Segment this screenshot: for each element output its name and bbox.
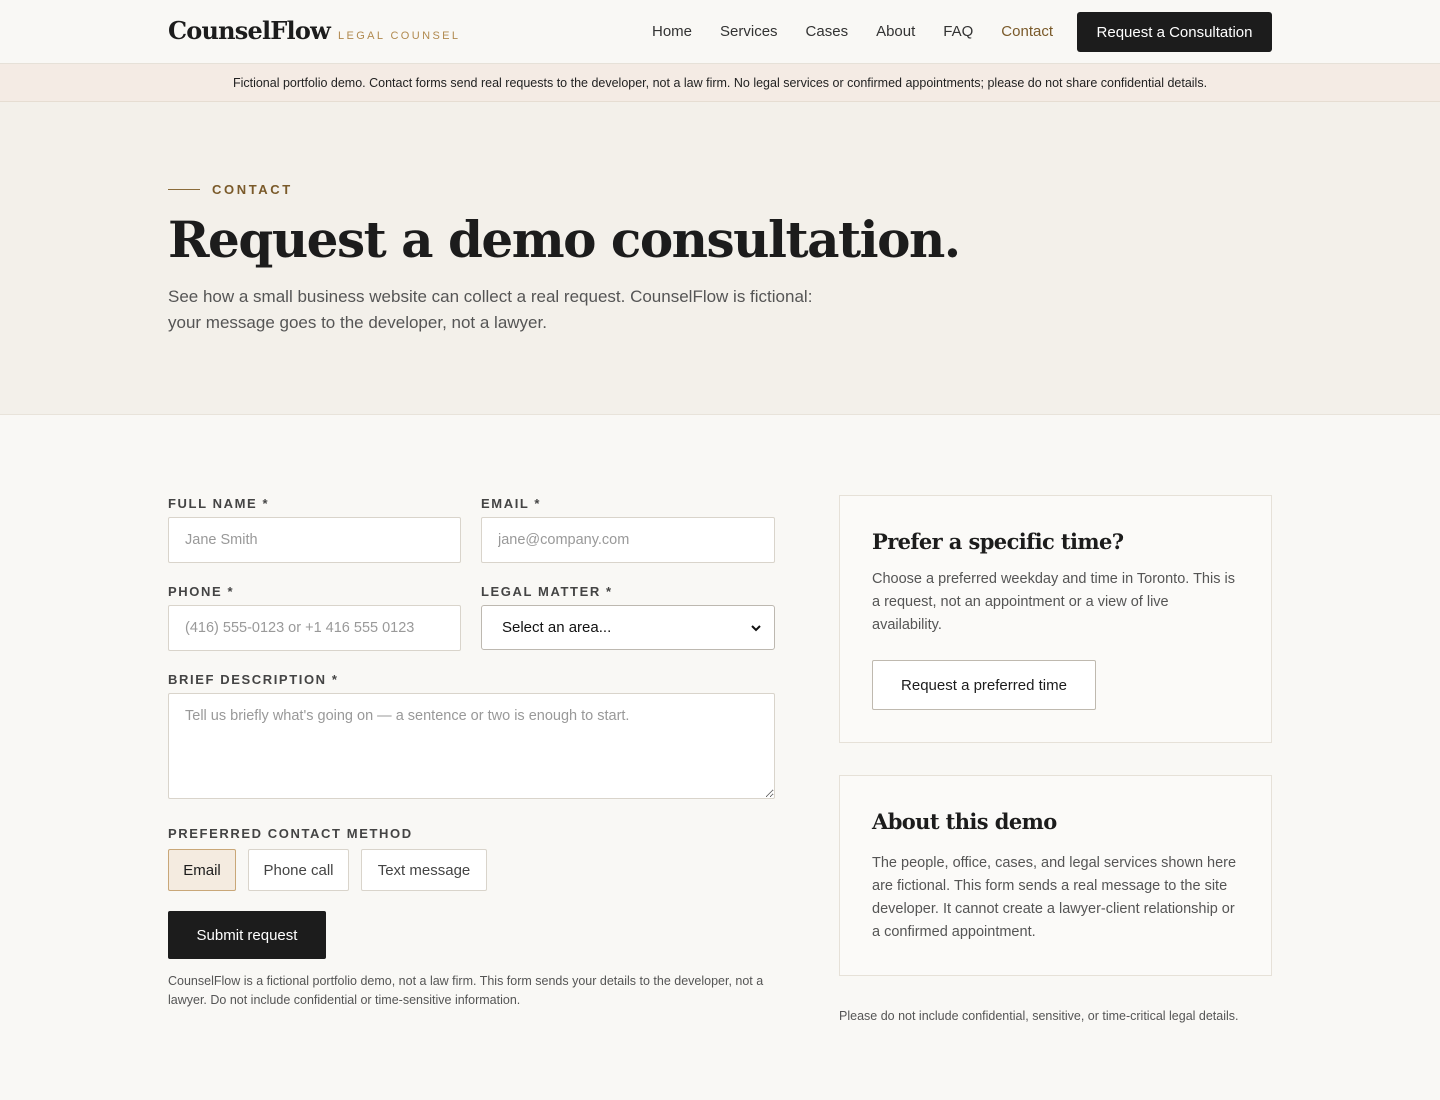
nav-home[interactable]: Home (652, 23, 692, 40)
phone-label: PHONE * (168, 584, 235, 599)
request-consultation-button[interactable]: Request a Consultation (1077, 12, 1272, 52)
email-input[interactable] (481, 517, 775, 563)
demo-notice-banner: Fictional portfolio demo. Contact forms … (0, 64, 1440, 102)
nav-contact[interactable]: Contact (1001, 23, 1053, 40)
full-name-label: FULL NAME * (168, 496, 270, 511)
contact-method-text-message[interactable]: Text message (361, 849, 487, 891)
form-disclaimer: CounselFlow is a fictional portfolio dem… (168, 974, 764, 1007)
preferred-time-card: Prefer a specific time? Choose a preferr… (839, 495, 1272, 743)
description-textarea[interactable] (168, 693, 775, 799)
eyebrow-divider (168, 189, 200, 190)
nav-faq[interactable]: FAQ (943, 23, 973, 40)
page-subtitle: See how a small business website can col… (168, 287, 813, 332)
logo-tagline: LEGAL COUNSEL (337, 30, 461, 42)
chevron-down-icon (751, 625, 761, 632)
nav-about[interactable]: About (876, 23, 915, 40)
full-name-input[interactable] (168, 517, 461, 563)
preferred-time-body: Choose a preferred weekday and time in T… (872, 571, 1235, 633)
contact-method-label: PREFERRED CONTACT METHOD (168, 826, 413, 841)
nav-services[interactable]: Services (720, 23, 778, 40)
hero-section: CONTACT Request a demo consultation. See… (0, 102, 1440, 415)
page-title: Request a demo consultation. (168, 210, 961, 269)
legal-matter-select[interactable]: Select an area... (481, 605, 775, 650)
contact-method-email[interactable]: Email (168, 849, 236, 891)
contact-method-phone-call[interactable]: Phone call (248, 849, 349, 891)
banner-text: Fictional portfolio demo. Contact forms … (232, 75, 1208, 90)
main-nav: Home Services Cases About FAQ Contact (652, 23, 1081, 40)
nav-cases[interactable]: Cases (806, 23, 849, 40)
about-demo-body: The people, office, cases, and legal ser… (872, 855, 1237, 940)
logo-wordmark: CounselFlow (168, 16, 331, 45)
description-label: BRIEF DESCRIPTION * (168, 672, 339, 687)
phone-input[interactable] (168, 605, 461, 651)
email-label: EMAIL * (481, 496, 542, 511)
legal-matter-label: LEGAL MATTER * (481, 584, 613, 599)
eyebrow-label: CONTACT (212, 182, 293, 197)
legal-matter-selected-value: Select an area... (502, 619, 612, 636)
sidebar-note: Please do not include confidential, sens… (839, 1009, 1239, 1023)
logo[interactable]: CounselFlow LEGAL COUNSEL (168, 16, 460, 45)
submit-request-button[interactable]: Submit request (168, 911, 326, 959)
about-demo-card: About this demo The people, office, case… (839, 775, 1272, 976)
about-demo-title: About this demo (872, 809, 1057, 834)
preferred-time-title: Prefer a specific time? (872, 529, 1124, 554)
hero-eyebrow: CONTACT (168, 182, 293, 197)
site-header: CounselFlow LEGAL COUNSEL Home Services … (0, 0, 1440, 64)
request-preferred-time-button[interactable]: Request a preferred time (872, 660, 1096, 710)
